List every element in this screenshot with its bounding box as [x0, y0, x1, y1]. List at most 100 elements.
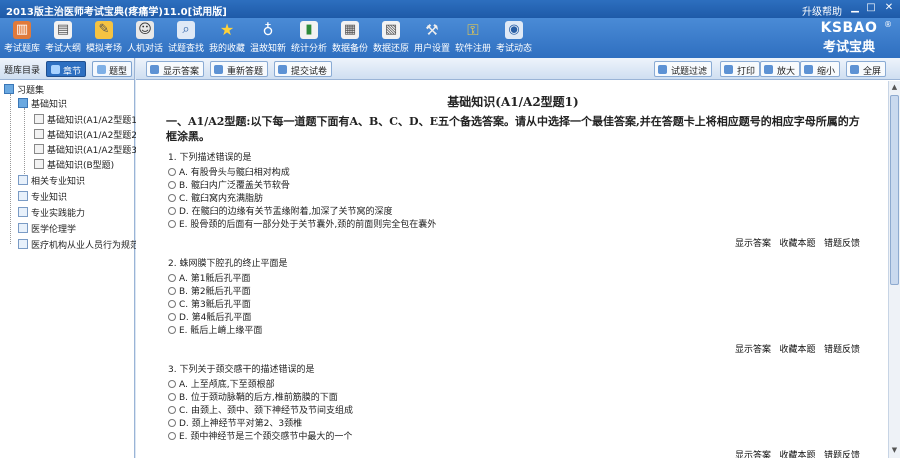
q-feedback-link[interactable]: 错题反馈	[824, 236, 860, 249]
chapter-node-icon	[18, 223, 28, 233]
option-c[interactable]: C. 由颈上、颈中、颈下神经节及节间支组成	[168, 405, 860, 418]
zoom-in-button[interactable]: 放大	[760, 61, 801, 77]
submit-button[interactable]: 提交试卷	[274, 61, 333, 77]
tree-item-practice[interactable]: 专业实践能力	[18, 206, 85, 220]
tab-chapter[interactable]: 章节	[46, 61, 87, 77]
option-d[interactable]: D. 在髋臼的边缘有关节盂缘附着,加深了关节窝的深度	[168, 206, 860, 219]
option-e[interactable]: E. 骶后上嵴上缘平面	[168, 325, 860, 338]
q-favorite-link[interactable]: 收藏本题	[779, 236, 815, 249]
filter-icon	[658, 65, 667, 74]
zoom-out-button[interactable]: 缩小	[800, 61, 841, 77]
toolbar-news[interactable]: ◉ 考试动态	[494, 20, 534, 56]
tree-item-basic-2[interactable]: 基础知识(A1/A2型题2)	[34, 128, 141, 142]
upgrade-help-link[interactable]: 升级帮助	[802, 3, 842, 18]
tree-item-basic-3[interactable]: 基础知识(A1/A2型题3)	[34, 143, 141, 157]
toolbar-restore[interactable]: ▧ 数据还原	[371, 20, 411, 56]
catalog-panel: 题库目录 章节 题型 习题集 基础知识 基础知识(A1/A2型题1) 基础知识(…	[0, 58, 141, 458]
option-b[interactable]: B. 位于颈动脉鞘的后方,椎前筋膜的下面	[168, 392, 860, 405]
radio-icon[interactable]	[168, 207, 176, 215]
toolbar-question-bank[interactable]: ▥ 考试题库	[2, 20, 42, 56]
submit-icon	[278, 65, 287, 74]
dialog-icon: ☺	[136, 21, 154, 39]
option-b[interactable]: B. 髋臼内广泛覆盖关节软骨	[168, 180, 860, 193]
radio-icon[interactable]	[168, 300, 176, 308]
bulb-icon: ♁	[262, 21, 274, 39]
toolbar-register[interactable]: ⚿ 软件注册	[453, 20, 493, 56]
radio-icon[interactable]	[168, 287, 176, 295]
tree-item-basic[interactable]: 基础知识	[18, 97, 67, 111]
radio-icon[interactable]	[168, 274, 176, 282]
radio-icon[interactable]	[168, 380, 176, 388]
q-show-answer-link[interactable]: 显示答案	[735, 342, 771, 355]
radio-icon[interactable]	[168, 393, 176, 401]
q-feedback-link[interactable]: 错题反馈	[824, 342, 860, 355]
toolbar-exam-room[interactable]: ✎ 模拟考场	[84, 20, 124, 56]
document-icon	[34, 114, 44, 124]
scroll-down-icon[interactable]: ▼	[890, 446, 899, 456]
radio-icon[interactable]	[168, 432, 176, 440]
title-bar: 2013版主治医师考试宝典(疼痛学)11.0[试用版] 升级帮助 ▁ □ ✕	[0, 0, 900, 18]
option-e[interactable]: E. 颈中神经节是三个颈交感节中最大的一个	[168, 431, 860, 444]
question-toolbar: 显示答案 重新答题 提交试卷 试题过滤 打印 放大 缩小 全屏	[136, 58, 900, 80]
tab-question-type[interactable]: 题型	[92, 61, 133, 77]
tree-item-root[interactable]: 习题集	[4, 83, 44, 97]
option-e[interactable]: E. 股骨颈的后面有一部分处于关节囊外,颈的前面则完全包在囊外	[168, 219, 860, 232]
radio-icon[interactable]	[168, 181, 176, 189]
tree-item-related[interactable]: 相关专业知识	[18, 174, 85, 188]
show-answer-button[interactable]: 显示答案	[146, 61, 205, 77]
radio-icon[interactable]	[168, 313, 176, 321]
question-text: 3. 下列关于颈交感干的描述错误的是	[168, 365, 315, 375]
radio-icon[interactable]	[168, 194, 176, 202]
fullscreen-button[interactable]: 全屏	[846, 61, 887, 77]
question-bank-icon: ▥	[13, 21, 31, 39]
q-show-answer-link[interactable]: 显示答案	[735, 236, 771, 249]
toolbar-favorites[interactable]: ★ 我的收藏	[207, 20, 247, 56]
radio-icon[interactable]	[168, 220, 176, 228]
toolbar-dialog[interactable]: ☺ 人机对话	[125, 20, 165, 56]
minimize-icon[interactable]: ▁	[848, 2, 862, 15]
toolbar-stats[interactable]: ▮ 统计分析	[289, 20, 329, 56]
backup-icon: ▦	[341, 21, 359, 39]
option-b[interactable]: B. 第2骶后孔平面	[168, 286, 860, 299]
option-c[interactable]: C. 第3骶后孔平面	[168, 299, 860, 312]
scroll-up-icon[interactable]: ▲	[890, 83, 899, 93]
section-instruction: 一、A1/A2型题:以下每一道题下面有A、B、C、D、E五个备选答案。请从中选择…	[166, 115, 860, 143]
option-a[interactable]: A. 有股骨头与髋臼相对构成	[168, 167, 860, 180]
toolbar-user-settings[interactable]: ⚒ 用户设置	[412, 20, 452, 56]
toolbar-syllabus[interactable]: ▤ 考试大纲	[43, 20, 83, 56]
q-feedback-link[interactable]: 错题反馈	[824, 448, 860, 458]
print-button[interactable]: 打印	[720, 61, 761, 77]
toolbar-search[interactable]: ⌕ 试题查找	[166, 20, 206, 56]
question-2: 2. 蛛网膜下腔孔的终止平面是 A. 第1骶后孔平面 B. 第2骶后孔平面 C.…	[166, 256, 860, 356]
filter-button[interactable]: 试题过滤	[654, 61, 713, 77]
syllabus-icon: ▤	[54, 21, 72, 39]
key-icon: ⚿	[467, 21, 479, 39]
toolbar-review[interactable]: ♁ 温故知新	[248, 20, 288, 56]
q-favorite-link[interactable]: 收藏本题	[779, 342, 815, 355]
option-c[interactable]: C. 髋臼窝内充满脂肪	[168, 193, 860, 206]
search-icon: ⌕	[177, 21, 195, 39]
tree-item-professional[interactable]: 专业知识	[18, 190, 67, 204]
redo-button[interactable]: 重新答题	[210, 61, 269, 77]
option-a[interactable]: A. 上至颅底,下至颈根部	[168, 379, 860, 392]
tree-item-ethics[interactable]: 医学伦理学	[18, 222, 76, 236]
chapter-node-icon	[18, 207, 28, 217]
option-d[interactable]: D. 第4骶后孔平面	[168, 312, 860, 325]
tree-item-basic-b[interactable]: 基础知识(B型题)	[34, 158, 114, 172]
option-d[interactable]: D. 颈上神经节平对第2、3颈椎	[168, 418, 860, 431]
option-a[interactable]: A. 第1骶后孔平面	[168, 273, 860, 286]
tree-item-basic-1[interactable]: 基础知识(A1/A2型题1)	[34, 113, 141, 127]
toolbar-backup[interactable]: ▦ 数据备份	[330, 20, 370, 56]
maximize-icon[interactable]: □	[864, 2, 878, 15]
radio-icon[interactable]	[168, 168, 176, 176]
radio-icon[interactable]	[168, 419, 176, 427]
tree-item-conduct[interactable]: 医疗机构从业人员行为规范	[18, 238, 139, 252]
chart-icon: ▮	[300, 21, 318, 39]
q-show-answer-link[interactable]: 显示答案	[735, 448, 771, 458]
radio-icon[interactable]	[168, 326, 176, 334]
close-icon[interactable]: ✕	[882, 2, 896, 15]
radio-icon[interactable]	[168, 406, 176, 414]
vertical-scrollbar[interactable]: ▲ ▼	[888, 81, 900, 458]
q-favorite-link[interactable]: 收藏本题	[779, 448, 815, 458]
scroll-thumb[interactable]	[890, 95, 899, 285]
